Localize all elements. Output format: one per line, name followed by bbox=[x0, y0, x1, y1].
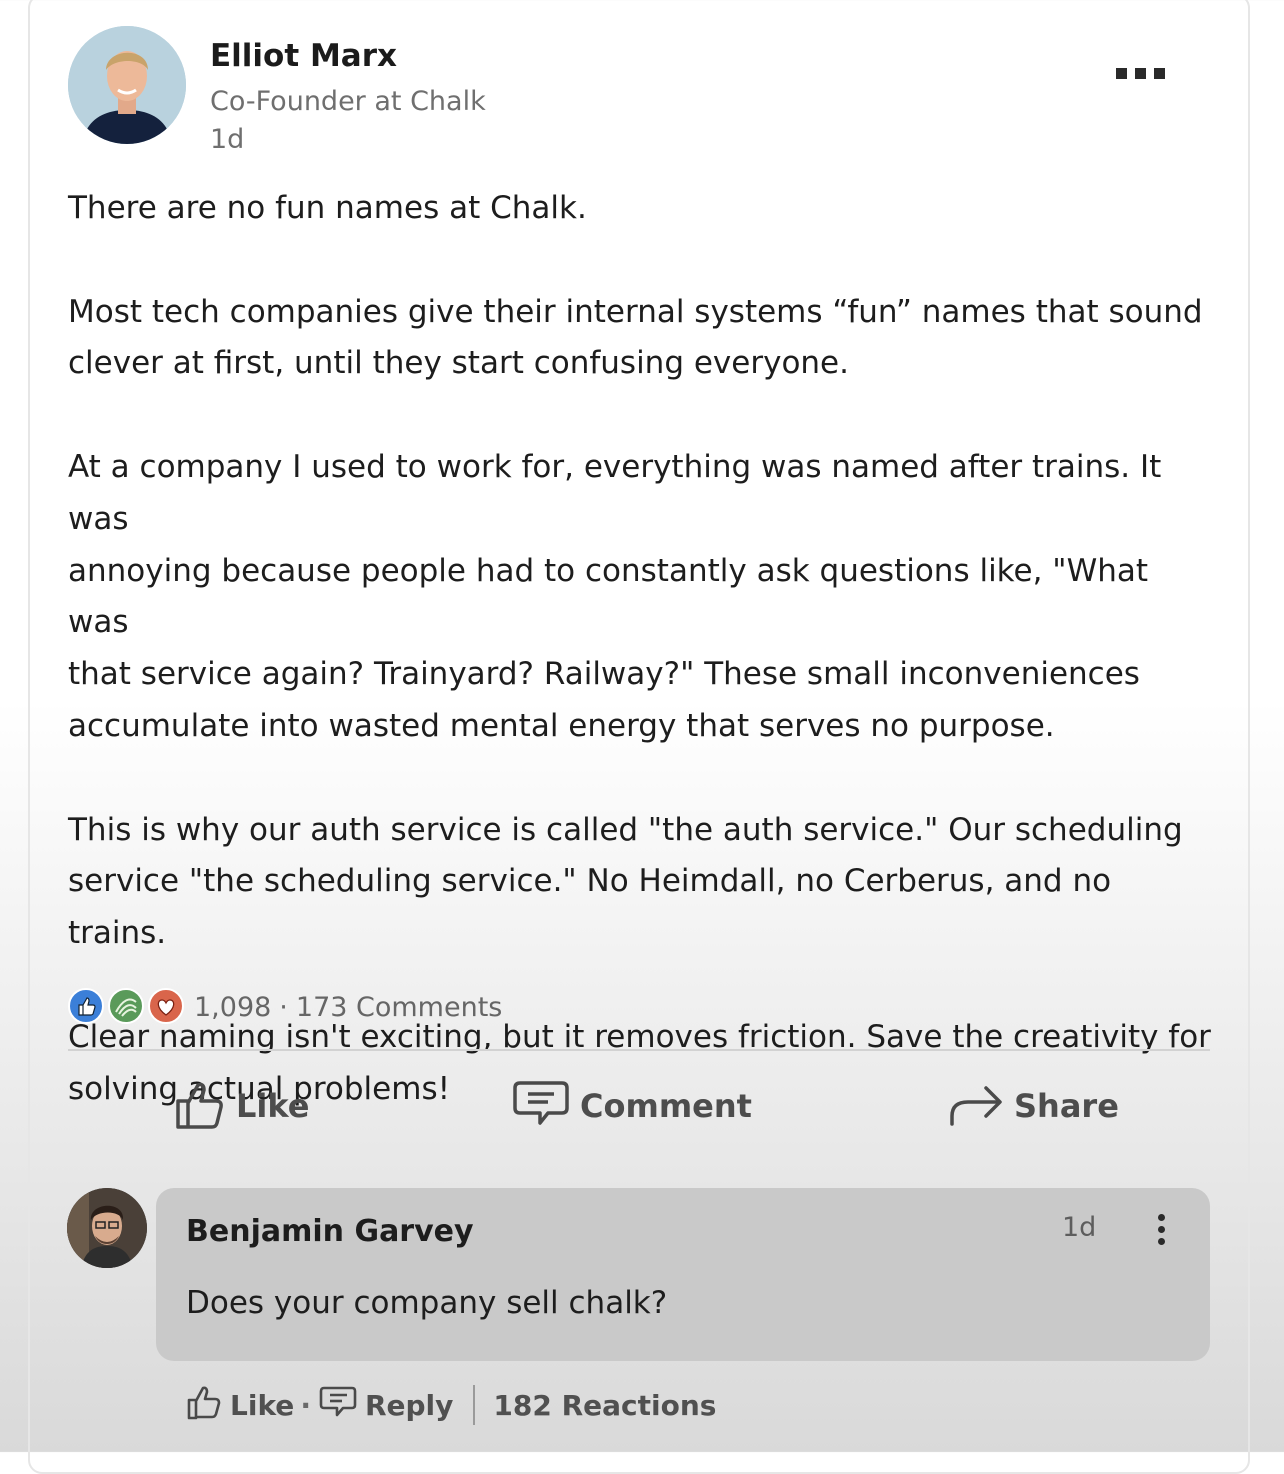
insightful-reaction-icon bbox=[108, 988, 144, 1024]
author-name[interactable]: Elliot Marx bbox=[210, 38, 397, 74]
author-avatar[interactable] bbox=[68, 26, 186, 144]
comment-reply-button[interactable]: Reply bbox=[319, 1385, 453, 1426]
share-arrow-icon bbox=[948, 1080, 1004, 1132]
action-separator-dot: · bbox=[300, 1388, 311, 1422]
comment-label: Comment bbox=[580, 1087, 752, 1125]
commenter-name[interactable]: Benjamin Garvey bbox=[186, 1214, 474, 1249]
actions-divider bbox=[68, 1049, 1210, 1051]
action-separator-bar bbox=[473, 1385, 476, 1425]
comment-icon bbox=[512, 1079, 570, 1133]
comment-reactions-count[interactable]: 182 Reactions bbox=[493, 1389, 716, 1422]
like-button[interactable]: Like bbox=[174, 1076, 309, 1136]
reply-icon bbox=[319, 1385, 357, 1426]
comment-like-label: Like bbox=[230, 1388, 295, 1422]
reaction-count[interactable]: 1,098 bbox=[194, 992, 271, 1023]
author-title: Co-Founder at Chalk bbox=[210, 86, 486, 117]
post-paragraph: There are no fun names at Chalk. bbox=[68, 190, 587, 226]
stats-separator: · bbox=[279, 991, 288, 1023]
reactions-summary[interactable]: 1,098 · 173 Comments bbox=[68, 988, 502, 1026]
post-timestamp: 1d bbox=[210, 124, 245, 155]
commenter-avatar[interactable] bbox=[67, 1188, 147, 1268]
comment-button[interactable]: Comment bbox=[512, 1076, 752, 1136]
post-paragraph: Most tech companies give their internal … bbox=[68, 293, 1203, 382]
comment-more-options-icon[interactable] bbox=[1148, 1210, 1174, 1250]
comments-count[interactable]: 173 Comments bbox=[296, 992, 502, 1023]
like-label: Like bbox=[236, 1087, 310, 1125]
like-reaction-icon bbox=[68, 988, 104, 1024]
share-label: Share bbox=[1014, 1087, 1119, 1125]
thumbs-up-icon bbox=[174, 1077, 226, 1135]
post-paragraph: At a company I used to work for, everyth… bbox=[68, 448, 1162, 744]
more-options-button[interactable] bbox=[1110, 60, 1172, 88]
comment-actions: Like · Reply 182 Reactions bbox=[186, 1382, 716, 1428]
share-button[interactable]: Share bbox=[948, 1076, 1119, 1136]
comment-timestamp: 1d bbox=[1062, 1212, 1097, 1243]
post-paragraph: This is why our auth service is called "… bbox=[68, 811, 1183, 952]
love-reaction-icon bbox=[148, 988, 184, 1024]
comment-like-button[interactable]: Like bbox=[186, 1383, 294, 1428]
comment-reply-label: Reply bbox=[364, 1388, 454, 1422]
thumbs-up-icon bbox=[186, 1383, 222, 1428]
reaction-icons bbox=[68, 988, 186, 1026]
comment-text: Does your company sell chalk? bbox=[186, 1285, 668, 1321]
